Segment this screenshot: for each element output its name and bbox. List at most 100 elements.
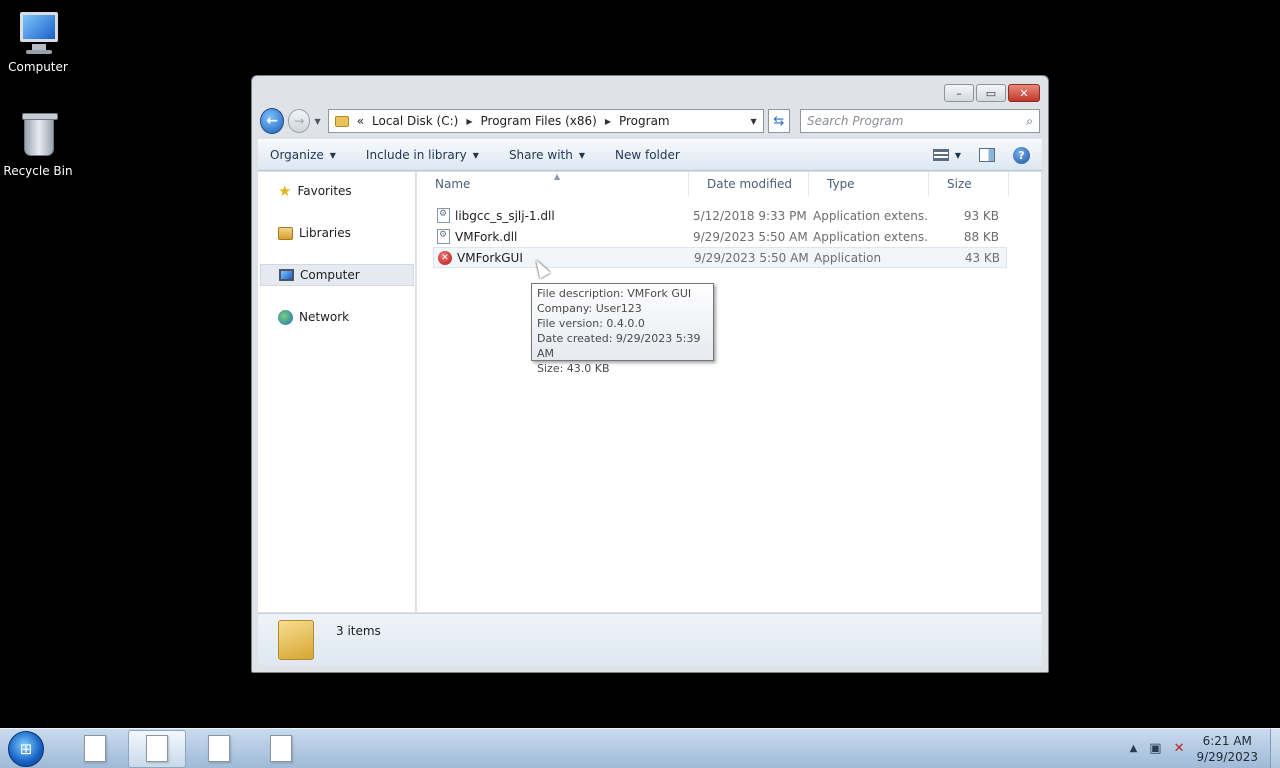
toolbar-right: ▼ ? [932, 146, 1030, 164]
taskbar: ⊞ ▲ ▣ ✕ 6:21 AM 9/29/2023 [0, 728, 1280, 768]
column-header-size[interactable]: Size [929, 172, 1009, 196]
nav-item-label: Libraries [299, 226, 351, 240]
details-pane: 3 items [258, 613, 1042, 665]
network-tray-icon[interactable]: ▣ [1149, 741, 1161, 756]
search-icon[interactable]: ⌕ [1026, 114, 1033, 129]
chevron-down-icon: ▼ [472, 150, 479, 160]
document-icon [84, 735, 106, 762]
file-type: Application extens... [813, 208, 929, 223]
file-row[interactable]: ✕ VMForkGUI 9/29/2023 5:50 AM Application… [433, 247, 1007, 268]
file-date: 9/29/2023 5:50 AM [694, 250, 809, 265]
taskbar-item-active[interactable] [128, 729, 186, 768]
nav-item-network[interactable]: Network [260, 306, 414, 328]
document-icon [208, 735, 230, 762]
taskbar-item[interactable] [190, 730, 248, 768]
file-type: Application extens... [813, 229, 929, 244]
file-name: libgcc_s_sjlj-1.dll [455, 208, 555, 223]
nav-item-libraries[interactable]: Libraries [260, 222, 414, 244]
include-in-library-button[interactable]: Include in library ▼ [366, 148, 479, 162]
chevron-down-icon: ▼ [329, 150, 336, 160]
file-date: 5/12/2018 9:33 PM [693, 208, 807, 223]
close-button[interactable]: ✕ [1008, 84, 1040, 102]
sort-ascending-icon: ▲ [554, 172, 561, 181]
search-input[interactable]: Search Program ⌕ [800, 109, 1041, 133]
share-with-label: Share with [508, 148, 573, 162]
chevron-down-icon[interactable]: ▼ [751, 117, 757, 126]
windows-logo-icon: ⊞ [19, 739, 33, 758]
chevron-down-icon[interactable]: ▼ [955, 151, 961, 160]
file-size: 43 KB [964, 250, 1000, 265]
refresh-icon: ⇆ [773, 113, 785, 129]
dll-icon [437, 229, 450, 244]
preview-pane-button[interactable] [979, 148, 995, 162]
column-headers: Name Date modified Type Size ▲ [417, 172, 1041, 196]
file-row[interactable]: libgcc_s_sjlj-1.dll 5/12/2018 9:33 PM Ap… [433, 205, 1007, 226]
taskbar-item[interactable] [252, 730, 310, 768]
system-tray: ▲ ▣ ✕ 6:21 AM 9/29/2023 [1130, 733, 1270, 765]
nav-item-label: Favorites [297, 184, 352, 198]
change-view-button[interactable]: ▼ [932, 149, 961, 161]
show-desktop-button[interactable] [1270, 728, 1280, 768]
refresh-button[interactable]: ⇆ [767, 109, 791, 133]
dll-icon [437, 208, 450, 223]
taskbar-item[interactable] [66, 730, 124, 768]
breadcrumb-program-files[interactable]: Program Files (x86) [481, 114, 597, 128]
folder-icon [334, 115, 349, 127]
folder-icon [278, 619, 314, 660]
clock[interactable]: 6:21 AM 9/29/2023 [1196, 733, 1258, 765]
command-bar: Organize ▼ Include in library ▼ Share wi… [258, 139, 1042, 171]
forward-button[interactable]: → [288, 109, 311, 133]
help-icon[interactable]: ? [1013, 146, 1030, 164]
volume-muted-icon[interactable]: ✕ [1174, 741, 1185, 756]
chevron-right-icon[interactable]: ▶ [605, 117, 611, 126]
file-list: Name Date modified Type Size ▲ libgcc_s_… [417, 172, 1041, 612]
file-size: 88 KB [963, 229, 999, 244]
file-info-tooltip: File description: VMFork GUI Company: Us… [531, 283, 714, 375]
breadcrumb-local-disk[interactable]: Local Disk (C:) [372, 114, 458, 128]
nav-item-label: Computer [300, 268, 360, 282]
clock-date: 9/29/2023 [1196, 749, 1258, 764]
star-icon: ★ [278, 182, 292, 200]
tooltip-line: Company: User123 [537, 302, 642, 315]
include-in-library-label: Include in library [365, 148, 467, 162]
column-header-name[interactable]: Name [417, 172, 689, 196]
tooltip-line: Size: 43.0 KB [537, 362, 610, 375]
organize-label: Organize [270, 148, 324, 162]
start-button[interactable]: ⊞ [8, 730, 44, 767]
desktop-icon-label: Computer [8, 60, 68, 74]
arrow-right-icon: → [294, 114, 305, 128]
search-placeholder: Search Program [807, 114, 904, 128]
navigation-pane: ★ Favorites Libraries Computer Network [258, 172, 416, 612]
desktop-icon-recycle-bin[interactable]: Recycle Bin [0, 112, 76, 178]
recycle-bin-icon [14, 112, 62, 160]
nav-item-favorites[interactable]: ★ Favorites [260, 180, 414, 202]
breadcrumb-overflow[interactable]: « [357, 114, 364, 128]
minimize-button[interactable]: – [944, 84, 974, 102]
file-row[interactable]: VMFork.dll 9/29/2023 5:50 AM Application… [433, 226, 1007, 247]
address-bar[interactable]: « Local Disk (C:) ▶ Program Files (x86) … [327, 109, 764, 133]
file-type: Application [814, 250, 882, 265]
breadcrumb-program[interactable]: Program [619, 114, 670, 128]
chevron-right-icon[interactable]: ▶ [466, 117, 472, 126]
column-header-type[interactable]: Type [809, 172, 929, 196]
show-hidden-icons-icon[interactable]: ▲ [1130, 743, 1138, 754]
share-with-button[interactable]: Share with ▼ [509, 148, 585, 162]
recent-pages-dropdown[interactable]: ▼ [314, 117, 323, 126]
column-header-date-modified[interactable]: Date modified [689, 172, 809, 196]
tooltip-line: File description: VMFork GUI [537, 287, 692, 300]
file-size: 93 KB [963, 208, 999, 223]
back-button[interactable]: ← [260, 108, 285, 134]
address-row: ← → ▼ « Local Disk (C:) ▶ Program Files … [260, 107, 1041, 135]
organize-button[interactable]: Organize ▼ [270, 148, 336, 162]
caption-buttons: – ▭ ✕ [944, 84, 1040, 102]
computer-icon [14, 8, 62, 56]
nav-item-computer[interactable]: Computer [260, 264, 414, 286]
maximize-button[interactable]: ▭ [976, 84, 1006, 102]
network-icon [278, 309, 293, 325]
file-date: 9/29/2023 5:50 AM [693, 229, 808, 244]
new-folder-button[interactable]: New folder [615, 148, 680, 162]
libraries-icon [278, 226, 293, 240]
view-list-icon [932, 149, 949, 161]
error-exe-icon: ✕ [438, 250, 452, 265]
desktop-icon-computer[interactable]: Computer [0, 8, 76, 74]
